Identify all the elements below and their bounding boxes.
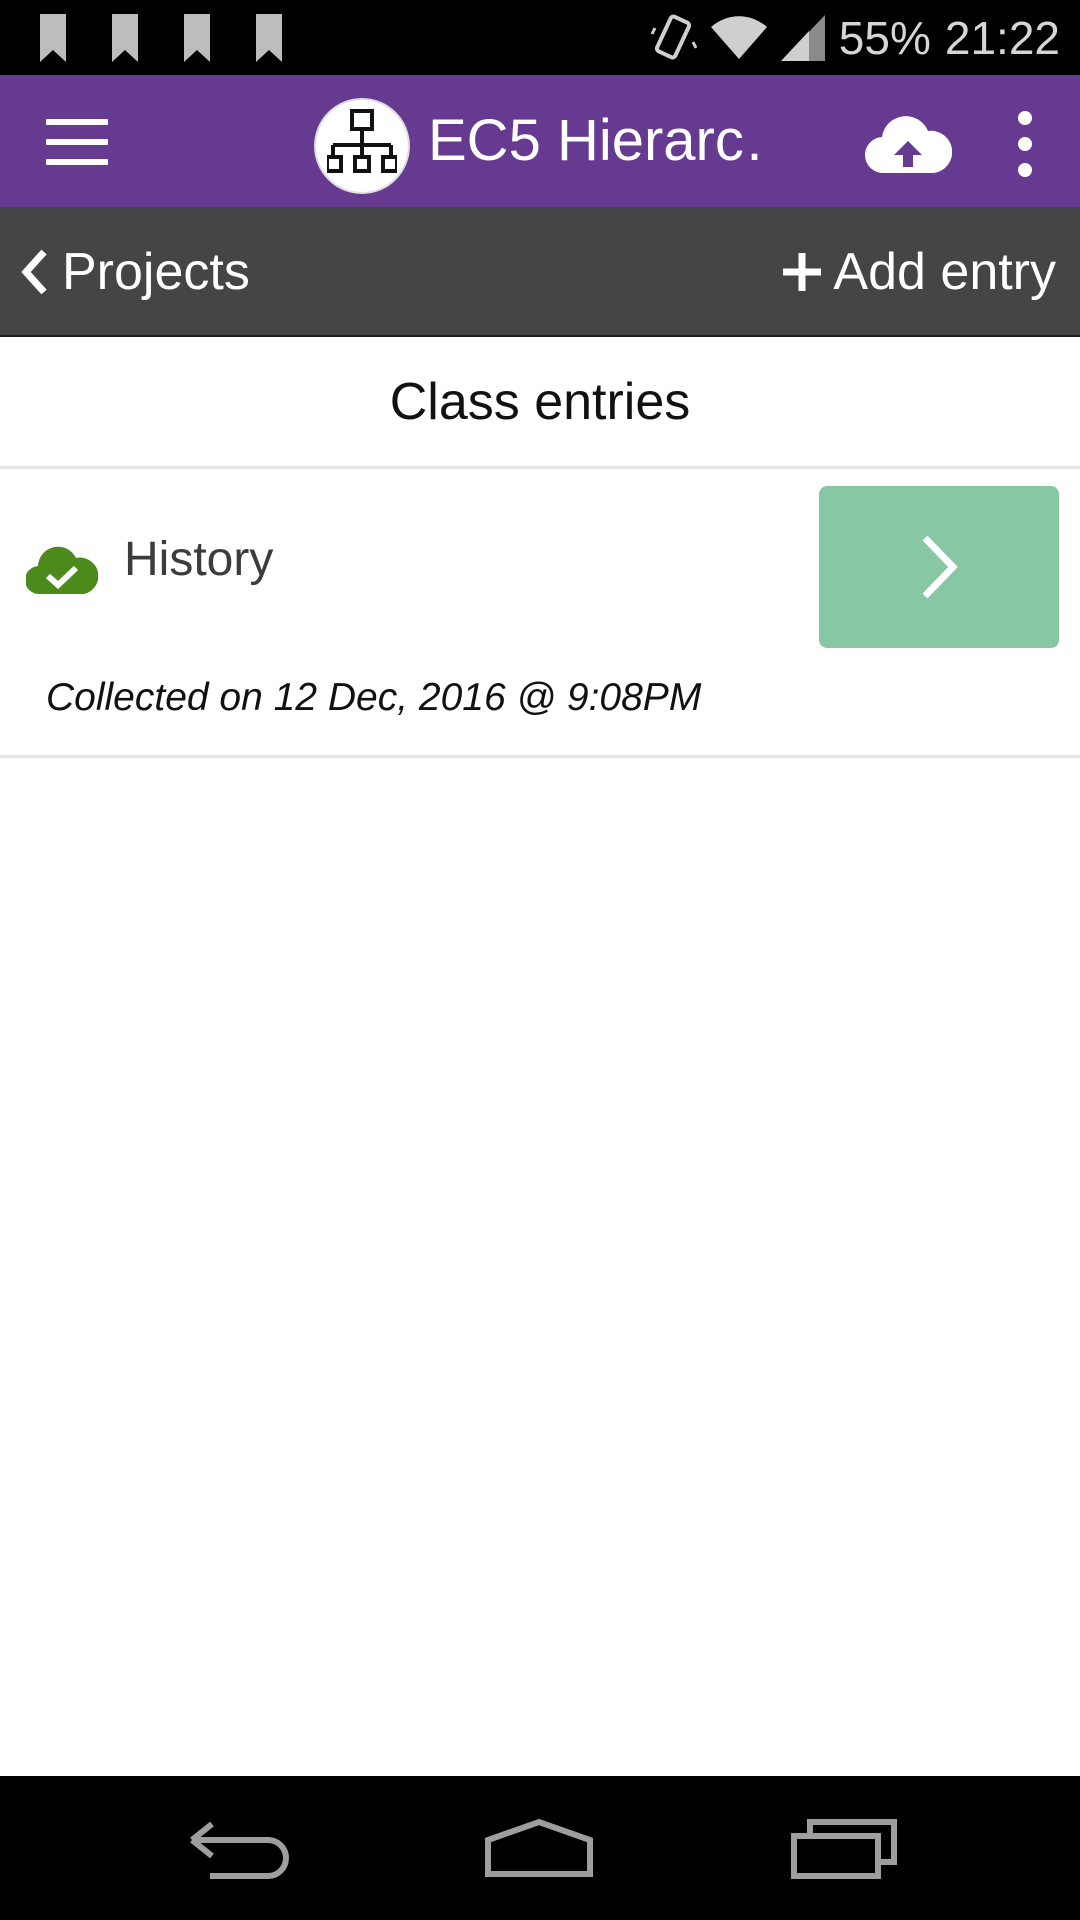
bookmark-icon: [256, 14, 282, 62]
wifi-icon: [710, 15, 767, 59]
plus-icon: [783, 253, 822, 291]
status-bar: 55% 21:22: [0, 0, 1080, 75]
add-entry-label: Add entry: [833, 243, 1056, 301]
list-item: History Collected on 12 Dec, 2016 @ 9:08…: [0, 470, 1080, 758]
bookmark-icon: [184, 14, 210, 62]
app-title: EC5 Hierarc…: [428, 108, 768, 173]
projects-back-button[interactable]: Projects: [20, 235, 250, 309]
entry-collected-date: Collected on 12 Dec, 2016 @ 9:08PM: [46, 676, 702, 719]
bookmark-icon: [112, 14, 138, 62]
entry-title: History: [124, 533, 274, 586]
more-vert-icon[interactable]: [1010, 111, 1040, 177]
cloud-check-icon: [26, 546, 98, 595]
chevron-left-icon: [21, 249, 47, 295]
status-right: 55% 21:22: [650, 0, 1060, 75]
home-icon[interactable]: [484, 1816, 594, 1880]
battery-text: 55%: [838, 11, 931, 64]
recents-icon[interactable]: [790, 1816, 900, 1880]
hierarchy-icon: [314, 98, 410, 194]
app-bar: EC5 Hierarc…: [0, 75, 1080, 207]
menu-icon[interactable]: [46, 119, 108, 165]
chevron-right-icon: [922, 535, 958, 599]
back-icon[interactable]: [186, 1816, 296, 1880]
clock-text: 21:22: [944, 11, 1060, 64]
section-title: Class entries: [0, 337, 1080, 469]
signal-icon: [780, 14, 825, 61]
cloud-upload-icon[interactable]: [864, 111, 952, 175]
project-nav-bar: Projects Add entry: [0, 207, 1080, 337]
system-navigation-bar: [0, 1776, 1080, 1920]
bookmark-icon: [40, 14, 66, 62]
open-entry-button[interactable]: [819, 486, 1059, 648]
notification-icons: [38, 14, 284, 62]
vibrate-icon: [650, 14, 697, 59]
projects-label: Projects: [62, 243, 250, 301]
add-entry-button[interactable]: Add entry: [781, 235, 1056, 309]
